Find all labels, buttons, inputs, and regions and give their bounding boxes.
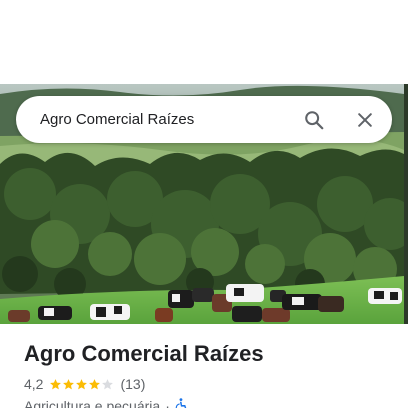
close-icon[interactable] [350,105,380,135]
page: Agro Comercial Raízes Agro Comercial Raí… [0,0,408,408]
category-text[interactable]: Agricultura e pecuária [24,398,160,408]
top-blank-area [0,0,408,84]
separator-dot: · [165,398,170,408]
search-query-text[interactable]: Agro Comercial Raízes [40,111,299,128]
search-icon[interactable] [299,105,329,135]
place-title: Agro Comercial Raízes [24,341,264,366]
star-filled-icon [76,378,88,389]
photo-edge [404,84,408,324]
category-row: Agricultura e pecuária · [24,397,394,408]
star-filled-icon [89,378,101,389]
star-filled-icon [50,378,62,389]
place-info: Agro Comercial Raízes 4,2 (13) Agricultu… [24,340,394,408]
rating-row[interactable]: 4,2 (13) [24,375,394,393]
wheelchair-icon [175,397,188,408]
star-rating [49,378,114,391]
star-filled-icon [63,378,75,389]
rating-value: 4,2 [24,376,44,392]
star-empty-icon [102,378,114,389]
review-count[interactable]: (13) [120,376,145,392]
search-bar[interactable]: Agro Comercial Raízes [16,96,392,143]
